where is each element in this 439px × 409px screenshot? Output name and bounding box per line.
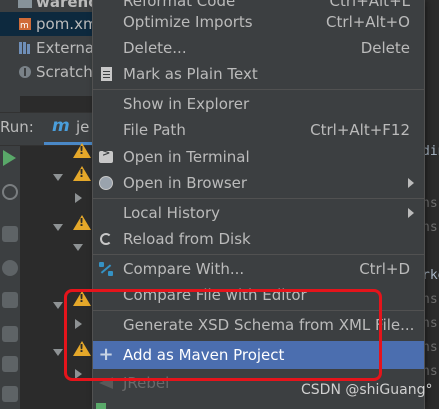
settings-icon[interactable] [2, 326, 18, 342]
plain-text-icon [98, 66, 114, 82]
menu-separator [93, 89, 424, 90]
menu-item-delete[interactable]: Delete... Delete [93, 35, 424, 61]
menu-item-compare-with[interactable]: Compare With... Ctrl+D [93, 256, 424, 282]
menu-item-open-terminal[interactable]: Open in Terminal [93, 144, 424, 170]
exit-icon[interactable] [2, 356, 18, 372]
compare-icon [98, 261, 114, 277]
stop-icon[interactable] [2, 184, 18, 200]
tree-item-external[interactable]: Externa [0, 36, 96, 60]
expand-icon[interactable] [53, 224, 63, 231]
menu-separator [93, 254, 424, 255]
folder-icon [18, 0, 32, 8]
status-indicator [96, 403, 106, 409]
maven-file-icon: m [19, 18, 31, 31]
svg-text:m: m [20, 21, 29, 31]
camera-icon[interactable] [2, 292, 18, 308]
warning-icon [73, 143, 91, 158]
expand-icon[interactable] [73, 244, 83, 251]
menu-item-optimize-imports[interactable]: Optimize Imports Ctrl+Alt+O [93, 9, 424, 35]
terminal-icon [98, 148, 114, 165]
expand-icon[interactable] [53, 302, 63, 309]
globe-icon [98, 175, 114, 191]
menu-item-file-path[interactable]: File Path Ctrl+Alt+F12 [93, 117, 424, 143]
expand-icon[interactable] [53, 174, 63, 181]
warning-icon [73, 166, 91, 181]
submenu-arrow-icon [408, 178, 414, 188]
tree-item-scratches[interactable]: Scratch [0, 60, 96, 84]
external-libraries-icon [19, 42, 30, 54]
menu-separator [93, 198, 424, 199]
pause-icon[interactable] [2, 226, 18, 242]
menu-item-mark-plain-text[interactable]: Mark as Plain Text [93, 61, 424, 87]
collapse-icon[interactable] [75, 193, 82, 203]
run-tab[interactable]: je [76, 118, 89, 136]
submenu-arrow-icon [408, 208, 414, 218]
menu-item-open-browser[interactable]: Open in Browser [93, 170, 424, 196]
ide-window: wareho m pom.xm Externa Scratch Run: m j… [0, 0, 439, 409]
scratches-icon [19, 66, 31, 78]
expand-icon[interactable] [53, 349, 63, 356]
warning-icon [73, 215, 91, 230]
maven-run-icon: m [52, 116, 70, 136]
menu-item-reload-from-disk[interactable]: Reload from Disk [93, 226, 424, 252]
annotation-highlight-box [64, 289, 382, 381]
tree-item-pom[interactable]: m pom.xm [0, 12, 96, 36]
rerun-icon[interactable] [3, 150, 16, 166]
pin-icon[interactable] [2, 386, 18, 402]
watermark: CSDN @shiGuang° [301, 382, 433, 398]
menu-item-local-history[interactable]: Local History [93, 200, 424, 226]
project-tree: wareho m pom.xm Externa Scratch [0, 0, 96, 96]
menu-item-show-in-explorer[interactable]: Show in Explorer [93, 91, 424, 117]
reload-icon [98, 231, 114, 247]
run-label: Run: [0, 118, 34, 136]
eye-icon[interactable] [2, 260, 18, 276]
